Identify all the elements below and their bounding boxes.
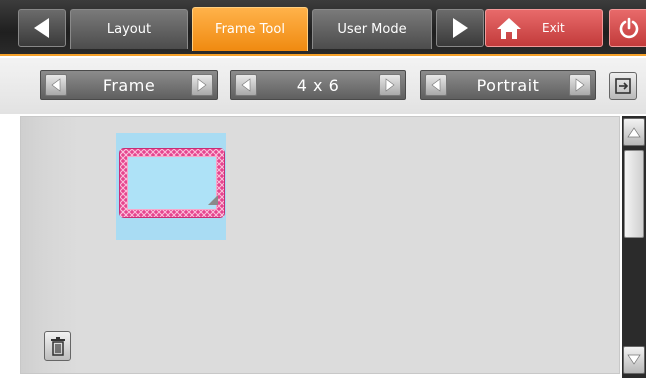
vertical-scrollbar[interactable]: [622, 116, 646, 378]
right-arrow-icon: [197, 78, 207, 92]
size-prev-button[interactable]: [235, 74, 257, 96]
power-button[interactable]: [609, 9, 646, 47]
tab-frame-tool-label: Frame Tool: [215, 22, 285, 37]
frame-thumbnail[interactable]: [116, 133, 226, 240]
tab-user-mode[interactable]: User Mode: [312, 9, 432, 49]
selector-row: Frame 4 x 6 Portrait: [0, 58, 646, 114]
type-prev-button[interactable]: [45, 74, 67, 96]
orientation-next-button[interactable]: [568, 74, 591, 96]
down-arrow-icon: [627, 354, 641, 365]
top-toolbar: Layout Frame Tool User Mode Exit: [0, 0, 646, 56]
frame-gallery: [20, 116, 620, 374]
left-arrow-icon: [34, 18, 49, 38]
scroll-down-button[interactable]: [623, 346, 645, 374]
forward-button[interactable]: [436, 9, 484, 47]
left-arrow-icon: [51, 78, 61, 92]
tab-layout-label: Layout: [106, 22, 152, 37]
home-icon: [497, 18, 521, 39]
exit-label: Exit: [542, 21, 565, 35]
type-selector: Frame: [40, 70, 218, 100]
right-arrow-icon: [453, 18, 468, 38]
orientation-selector: Portrait: [420, 70, 596, 100]
type-value: Frame: [102, 75, 156, 95]
tab-user-mode-label: User Mode: [337, 22, 407, 37]
export-icon: [615, 78, 631, 94]
tab-layout[interactable]: Layout: [70, 9, 188, 49]
orientation-value: Portrait: [476, 75, 540, 95]
size-next-button[interactable]: [379, 74, 401, 96]
size-value: 4 x 6: [296, 75, 340, 95]
scroll-thumb[interactable]: [624, 150, 644, 238]
power-icon: [619, 17, 639, 39]
resize-handle-icon[interactable]: [206, 193, 220, 207]
scroll-up-button[interactable]: [623, 118, 645, 146]
left-arrow-icon: [431, 78, 441, 92]
trash-button[interactable]: [44, 331, 71, 361]
trash-icon: [50, 337, 65, 356]
orientation-prev-button[interactable]: [425, 74, 447, 96]
size-selector: 4 x 6: [230, 70, 406, 100]
export-button[interactable]: [609, 72, 637, 100]
up-arrow-icon: [627, 127, 641, 138]
left-arrow-icon: [241, 78, 251, 92]
right-arrow-icon: [385, 78, 395, 92]
right-arrow-icon: [575, 78, 585, 92]
type-next-button[interactable]: [190, 74, 213, 96]
tab-frame-tool[interactable]: Frame Tool: [192, 7, 308, 51]
back-button[interactable]: [18, 9, 66, 47]
exit-button[interactable]: Exit: [485, 9, 603, 47]
